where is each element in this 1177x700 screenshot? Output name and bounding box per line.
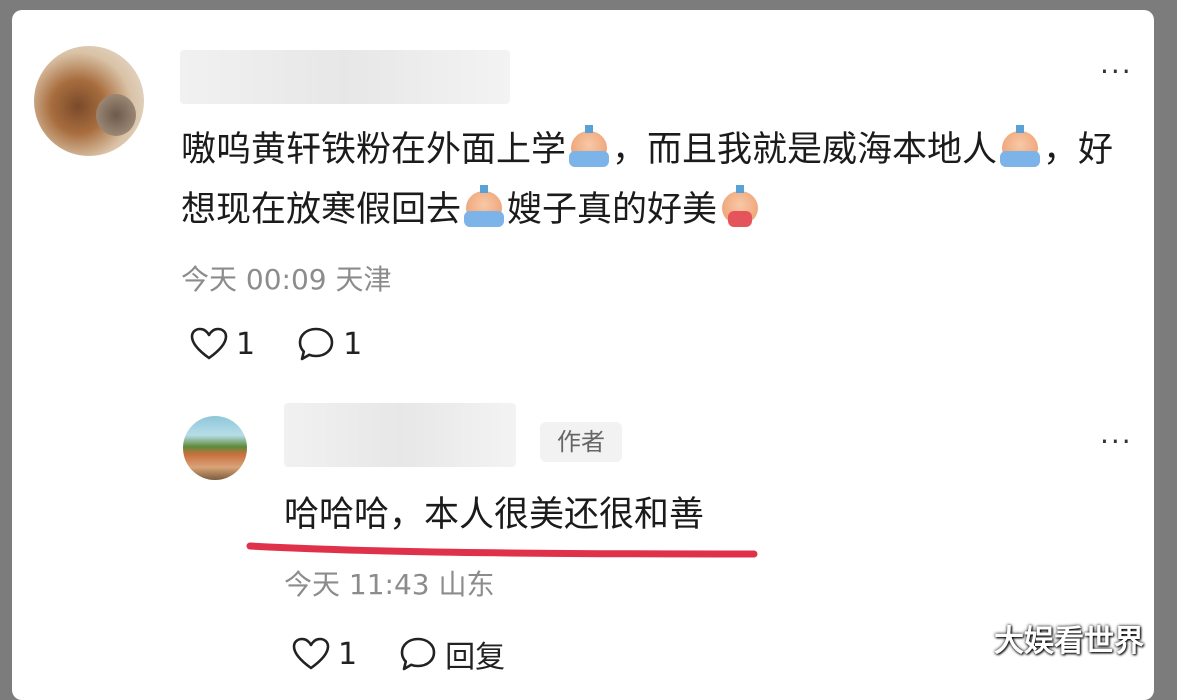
like-button[interactable]: 1 (292, 637, 357, 672)
crying-emoji-icon (462, 185, 506, 229)
comment-body: 嗷呜黄轩铁粉在外面上学 ，而且我就是威海本地人 ，好想现在放寒假回去 嫂子真的好美 (181, 120, 1121, 240)
crying-emoji-icon (998, 125, 1042, 169)
more-options-icon[interactable]: ··· (1100, 58, 1133, 86)
commenter-avatar[interactable] (34, 46, 144, 156)
reply-button[interactable]: 回复 (399, 632, 505, 676)
watermark: 大娱看世界 (994, 624, 1144, 659)
comment-text-part: ，而且我就是威海本地人 (612, 130, 998, 170)
reply-count: 1 (343, 326, 363, 362)
author-name-blurred (284, 403, 516, 467)
author-badge: 作者 (540, 422, 622, 462)
commenter-name-blurred (180, 50, 510, 104)
speech-bubble-icon (400, 637, 436, 671)
reply-meta: 今天 11:43 山东 (284, 568, 495, 601)
like-count: 1 (338, 636, 358, 672)
reply-label: 回复 (445, 640, 506, 675)
reply-actions: 1 回复 (292, 632, 547, 676)
like-button[interactable]: 1 (190, 327, 255, 362)
heart-icon (190, 327, 228, 360)
crying-emoji-icon (567, 125, 611, 169)
more-options-icon[interactable]: ··· (1100, 428, 1133, 456)
comment-text-part: 嫂子真的好美 (507, 190, 718, 230)
red-underline-annotation (246, 542, 758, 558)
comment-actions: 1 1 (190, 326, 404, 362)
reply-body: 哈哈哈，本人很美还很和善 (284, 495, 705, 535)
like-count: 1 (236, 326, 256, 362)
author-avatar[interactable] (183, 416, 247, 480)
speech-bubble-icon (298, 327, 334, 361)
comment-card (12, 10, 1154, 700)
screaming-emoji-icon (718, 185, 762, 229)
heart-icon (292, 637, 330, 670)
reply-button[interactable]: 1 (297, 326, 362, 362)
comment-text-part: 嗷呜黄轩铁粉在外面上学 (181, 130, 567, 170)
comment-meta: 今天 00:09 天津 (181, 263, 392, 296)
